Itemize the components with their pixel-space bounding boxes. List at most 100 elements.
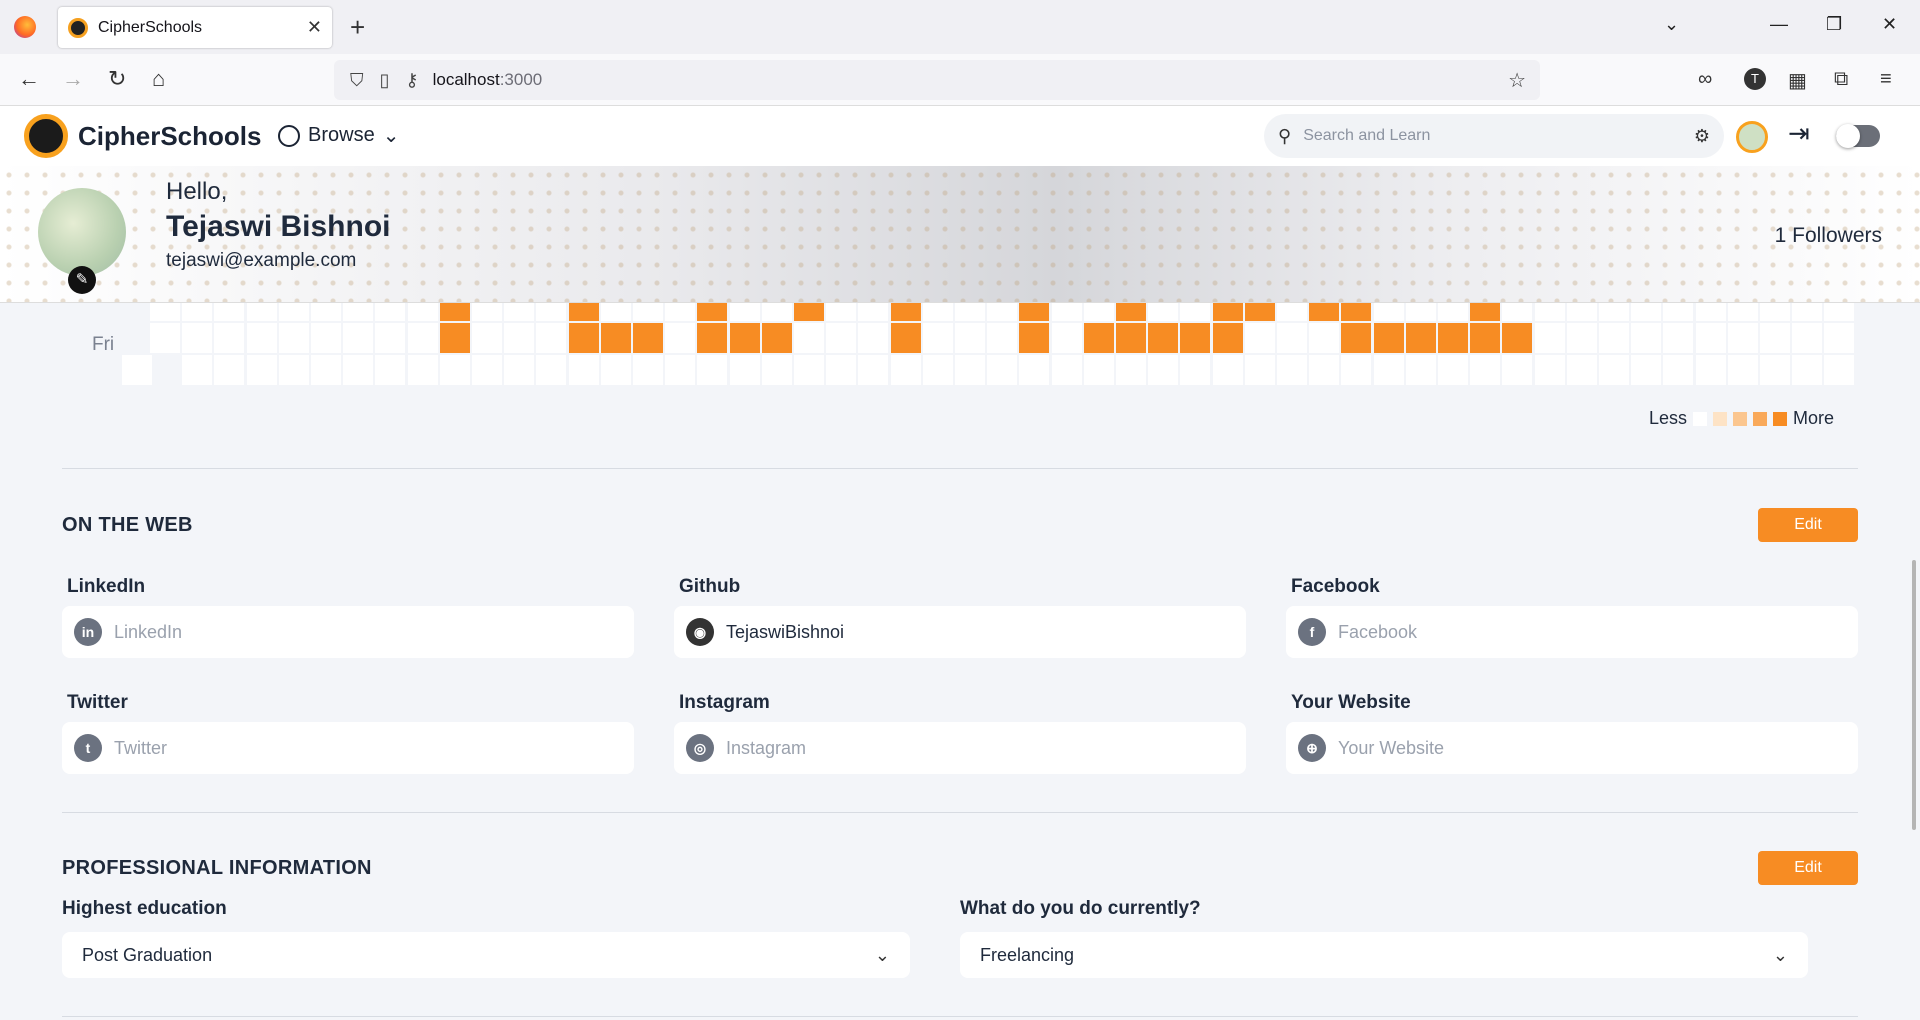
cipherschools-logo-icon[interactable] [24,114,68,158]
home-icon[interactable]: ⌂ [152,66,165,92]
heatmap-cell [568,355,599,385]
education-select[interactable]: Post Graduation ⌄ [62,932,910,978]
heatmap-cell [1180,355,1211,385]
logout-icon[interactable]: ⇥ [1788,118,1810,149]
heatmap-cell [1438,355,1468,385]
menu-icon[interactable]: ≡ [1880,68,1892,91]
heatmap-cell [1341,355,1372,385]
browser-tab[interactable]: CipherSchools ✕ [58,7,332,48]
browse-dropdown[interactable]: Browse ⌄ [278,123,399,148]
linkedin-input[interactable]: LinkedIn [114,622,182,643]
heatmap-cell [858,323,889,353]
twitter-input[interactable]: Twitter [114,738,167,759]
heatmap-cell [826,323,857,353]
reload-icon[interactable]: ↻ [108,66,126,92]
edit-professional-button[interactable]: Edit [1758,851,1858,885]
theme-toggle[interactable] [1836,124,1880,148]
page-scrollbar[interactable] [1912,560,1916,830]
heatmap-cell [1180,323,1211,353]
heatmap-cell [150,323,180,353]
heatmap-cell [1212,323,1243,353]
heatmap-cell [826,303,857,321]
search-bar[interactable]: ⚲ Search and Learn ⚙ [1264,114,1724,158]
heatmap-cell [278,323,309,353]
linkedin-field[interactable]: in LinkedIn [62,606,634,658]
heatmap-cell [987,355,1018,385]
edit-avatar-icon[interactable]: ✎ [68,266,96,294]
heatmap-cell [1470,323,1501,353]
heatmap-cell [794,355,824,385]
url-bar[interactable]: ⛉ ▯ ⚷ localhost:3000 ☆ [334,60,1540,100]
account-icon[interactable]: T [1744,68,1766,90]
user-name: Tejaswi Bishnoi [166,210,391,243]
on-the-web-title: ON THE WEB [62,514,193,536]
user-avatar[interactable] [1736,121,1768,153]
heatmap-cell [1019,323,1050,353]
heatmap-cell [890,355,921,385]
heatmap-cell [1116,355,1146,385]
heatmap-cell [1051,323,1082,353]
new-tab-icon[interactable]: + [350,12,365,43]
heatmap-cell [1727,303,1758,321]
minimize-icon[interactable]: — [1770,14,1788,35]
forward-icon[interactable]: → [62,66,84,92]
search-input[interactable]: Search and Learn [1303,127,1694,145]
heatmap-cell [1695,323,1726,353]
heatmap-cell [633,323,663,353]
facebook-input[interactable]: Facebook [1338,622,1417,643]
heatmap-cell [633,355,663,385]
heatmap-cell [182,323,213,353]
chevron-down-icon: ⌄ [382,125,400,147]
heatmap-cell [375,323,406,353]
edit-web-button[interactable]: Edit [1758,508,1858,542]
heatmap-cell [1663,323,1694,353]
heatmap-cell [1824,323,1855,353]
restore-icon[interactable]: ❐ [1826,14,1842,35]
mask-icon[interactable]: ∞ [1698,68,1712,91]
page-icon: ▯ [379,69,390,90]
website-input[interactable]: Your Website [1338,738,1444,759]
apps-grid-icon[interactable]: ▦ [1788,68,1807,93]
website-field[interactable]: ⊕ Your Website [1286,722,1858,774]
github-input[interactable]: TejaswiBishnoi [726,622,844,643]
current-select[interactable]: Freelancing ⌄ [960,932,1808,978]
heatmap-cell [439,355,470,385]
heatmap-cell [1566,323,1597,353]
heatmap-cell [568,303,599,321]
heatmap-cell [536,303,567,321]
bookmark-star-icon[interactable]: ☆ [1508,68,1526,93]
website-label: Your Website [1291,692,1411,713]
close-window-icon[interactable]: ✕ [1882,14,1897,35]
tab-list-chevron-icon[interactable]: ⌄ [1664,14,1679,35]
instagram-icon: ◎ [686,734,714,762]
brand-name[interactable]: CipherSchools [78,121,261,152]
education-label: Highest education [62,898,227,919]
heatmap-cell [150,303,180,321]
divider [62,1016,1858,1017]
key-icon[interactable]: ⚷ [405,70,418,91]
close-tab-icon[interactable]: ✕ [307,17,322,38]
heatmap-cell [1373,355,1404,385]
professional-info-title: PROFESSIONAL INFORMATION [62,857,372,879]
heatmap-cell [1663,355,1694,385]
heatmap-cell [1566,355,1597,385]
filter-icon[interactable]: ⚙ [1694,126,1710,147]
instagram-input[interactable]: Instagram [726,738,806,759]
legend-more: More [1792,408,1834,428]
facebook-field[interactable]: f Facebook [1286,606,1858,658]
twitter-field[interactable]: t Twitter [62,722,634,774]
back-icon[interactable]: ← [18,66,40,92]
extensions-icon[interactable]: ⧉ [1834,68,1848,91]
instagram-field[interactable]: ◎ Instagram [674,722,1246,774]
heatmap-cell [1792,355,1823,385]
legend-swatch [1712,411,1727,426]
heatmap-cell [1599,303,1629,321]
shield-icon[interactable]: ⛉ [350,70,364,91]
heatmap-cell [922,323,953,353]
heatmap-cell [1534,323,1565,353]
followers-count[interactable]: 1 Followers [1775,224,1882,248]
github-field[interactable]: ◉ TejaswiBishnoi [674,606,1246,658]
site-header: CipherSchools Browse ⌄ ⚲ Search and Lear… [0,106,1920,166]
firefox-icon[interactable] [14,16,36,38]
heatmap-cell [922,355,953,385]
